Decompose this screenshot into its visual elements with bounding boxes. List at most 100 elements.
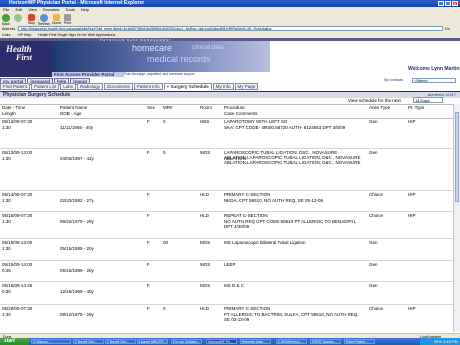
row-case-comments: SKA: CPT CODE- 49000,58720 AUTH- 6124653… — [224, 125, 346, 130]
close-button[interactable]: x — [452, 1, 458, 6]
portal-name: First Access Provider Portal — [52, 72, 124, 77]
row-length: 1:30 — [2, 125, 11, 130]
subnav-my-info[interactable]: My Info — [212, 82, 234, 90]
row-anes-type: Choice — [369, 192, 384, 197]
row-length: 1:30 — [2, 198, 11, 203]
system-tray: 99% 2:43 PM — [420, 338, 460, 345]
table-row[interactable]: 05/13/09-07:30 1:30 11/11/1969 - 40y F 0 HBS L… — [0, 117, 460, 149]
row-mr: 00 — [163, 240, 169, 245]
row-procedure: MS D & C — [224, 283, 245, 288]
row-length: 1:30 — [2, 246, 11, 251]
subnav-surgery-schedule[interactable]: + Surgery Schedule — [163, 82, 212, 90]
row-anes-type: Gen — [369, 150, 378, 155]
row-mr: 0 — [163, 119, 166, 124]
taskbar-item[interactable]: 2 HIS@Horizo... — [276, 339, 307, 344]
row-length: 0:45 — [2, 268, 11, 273]
row-length: 1:30 — [2, 156, 11, 161]
taskbar-item[interactable]: Launch MEDITE... — [137, 339, 168, 344]
days-select[interactable]: 14 Days — [413, 97, 443, 103]
window-title: HorizonWP Physician Portal - Microsoft I… — [9, 0, 145, 6]
home-button[interactable]: Home — [52, 14, 61, 25]
go-button[interactable]: Go — [445, 26, 450, 32]
row-sex: F — [147, 240, 150, 245]
row-dob-age: 11/11/1969 - 40y — [60, 125, 94, 130]
row-procedure: REPEAT C-SECTION — [224, 213, 268, 218]
row-sex: F — [147, 192, 150, 197]
row-case-comments: PT ALLERGIC TO BACTRIM, SULFA, CPT 59510… — [224, 312, 359, 322]
row-pt-type: HIP — [408, 119, 416, 124]
row-room: MOS — [200, 240, 211, 245]
row-mr: 0 — [163, 306, 166, 311]
row-dob-age: 04/03/1967 - 42y — [60, 156, 94, 161]
minimize-button[interactable]: _ — [438, 1, 444, 6]
row-procedure: MS Laparoscopic Bilateral Tubal Ligation — [224, 240, 306, 245]
sub-navigation: Find Patient Patient List Labs Radiology… — [0, 82, 460, 90]
row-pt-type: HIP — [408, 213, 416, 218]
taskbar-item[interactable]: HorizonWP Ph... — [206, 339, 237, 344]
taskbar-item[interactable]: Q Wiscon... — [31, 339, 71, 344]
row-sex: F — [147, 283, 150, 288]
subnav-patient-list[interactable]: Patient List — [31, 82, 60, 90]
refresh-icon — [40, 14, 49, 22]
subnav-my-page[interactable]: My Page — [234, 82, 259, 90]
taskbar-item[interactable]: For our Chicken... — [171, 339, 202, 344]
table-row[interactable]: 05/15/09-13:00 1:30 05/15/1989 - 20y F 00 MOS… — [0, 238, 460, 261]
table-row[interactable]: 05/13/09-13:00 1:30 04/03/1967 - 42y F 0 MOS L… — [0, 148, 460, 191]
address-label: Address — [2, 26, 16, 31]
row-anes-type: Choice — [369, 213, 384, 218]
subnav-find-patient[interactable]: Find Patient — [0, 82, 31, 90]
subnav-labs[interactable]: Labs — [60, 82, 77, 90]
subnav-patient-info[interactable]: Patient Info — [133, 82, 163, 90]
print-icon — [64, 14, 72, 21]
view-for-label: View schedule for the next — [348, 98, 401, 103]
row-case-comments: NO AUTH REQ CPT CODE:59510 PT ALLERGIC T… — [224, 219, 356, 229]
back-button[interactable]: Back — [2, 14, 10, 26]
forward-button[interactable] — [14, 14, 22, 22]
taskbar-item[interactable]: FIRST Access ... — [310, 339, 341, 344]
row-room: HBS — [200, 119, 210, 124]
stop-icon — [28, 14, 36, 21]
table-row[interactable]: 05/15/09-14:00 0:45 05/15/1989 - 20y F MOS LE… — [0, 260, 460, 282]
table-row[interactable]: 05/20/09-07:30 1:30 09/12/1979 - 29y F 0 HLD P… — [0, 304, 460, 334]
window-title-bar: HorizonWP Physician Portal - Microsoft I… — [0, 0, 460, 7]
row-dob-age: 02/23/1982 - 27y — [60, 198, 94, 203]
row-room: MOS — [200, 262, 211, 267]
home-icon — [53, 14, 61, 21]
row-anes-type: Choice — [369, 306, 384, 311]
health-first-logo: Health First — [0, 41, 52, 77]
start-button[interactable]: start — [0, 338, 30, 345]
row-pt-type: HIP — [408, 306, 416, 311]
row-anes-type: Gen — [369, 240, 378, 245]
banner-photo: homecare clinical data medical records — [52, 41, 270, 72]
row-pt-type: HIP — [408, 192, 416, 197]
row-mr: 0 — [163, 150, 166, 155]
row-case-comments: NKDA, CPT 59510, NO AUTH REQ, SE 05-12-0… — [224, 198, 323, 203]
stop-button[interactable]: Stop — [28, 14, 35, 25]
row-procedure: PRIMARY C-SECTION — [224, 192, 271, 197]
refresh-button[interactable]: Refresh — [38, 14, 50, 26]
taskbar-item[interactable]: 2 Novell Gro... — [105, 339, 136, 344]
taskbar-item[interactable]: Paint Patient ... — [344, 339, 375, 344]
row-room: MOS — [200, 283, 211, 288]
row-procedure: LEEP — [224, 262, 236, 267]
row-room: HLD — [200, 192, 210, 197]
back-arrow-icon — [2, 14, 10, 22]
vertical-scrollbar[interactable] — [453, 104, 460, 332]
scroll-thumb[interactable] — [455, 112, 459, 202]
table-row[interactable]: 05/15/09-07:30 1:30 09/22/1979 - 29y F HLD RE… — [0, 211, 460, 239]
clock: 2:43 PM — [443, 339, 458, 344]
my-contacts-label: My contacts — [384, 78, 404, 82]
table-row[interactable]: 05/14/09-07:30 1:30 02/23/1982 - 27y F HLD PR… — [0, 190, 460, 212]
maximize-button[interactable]: □ — [445, 1, 451, 6]
taskbar-item[interactable]: 2 Novell Gro... — [73, 339, 104, 344]
subnav-radiology[interactable]: Radiology — [77, 82, 104, 90]
welcome-text: Welcome Lynn Martin — [408, 66, 460, 72]
taskbar-item[interactable]: Remedy User... — [240, 339, 271, 344]
row-sex: F — [147, 262, 150, 267]
table-row[interactable]: 05/15/09-14:45 0:30 12/18/1969 - 40y F MOS MS… — [0, 281, 460, 305]
subnav-documents[interactable]: Documents — [104, 82, 133, 90]
row-dob-age: 09/12/1979 - 29y — [60, 312, 94, 317]
row-procedure: PRIMARY C-SECTION — [224, 306, 271, 311]
print-button[interactable]: Print — [64, 14, 71, 25]
address-input[interactable]: http://firstaccess.health-first.org/port… — [18, 26, 443, 31]
